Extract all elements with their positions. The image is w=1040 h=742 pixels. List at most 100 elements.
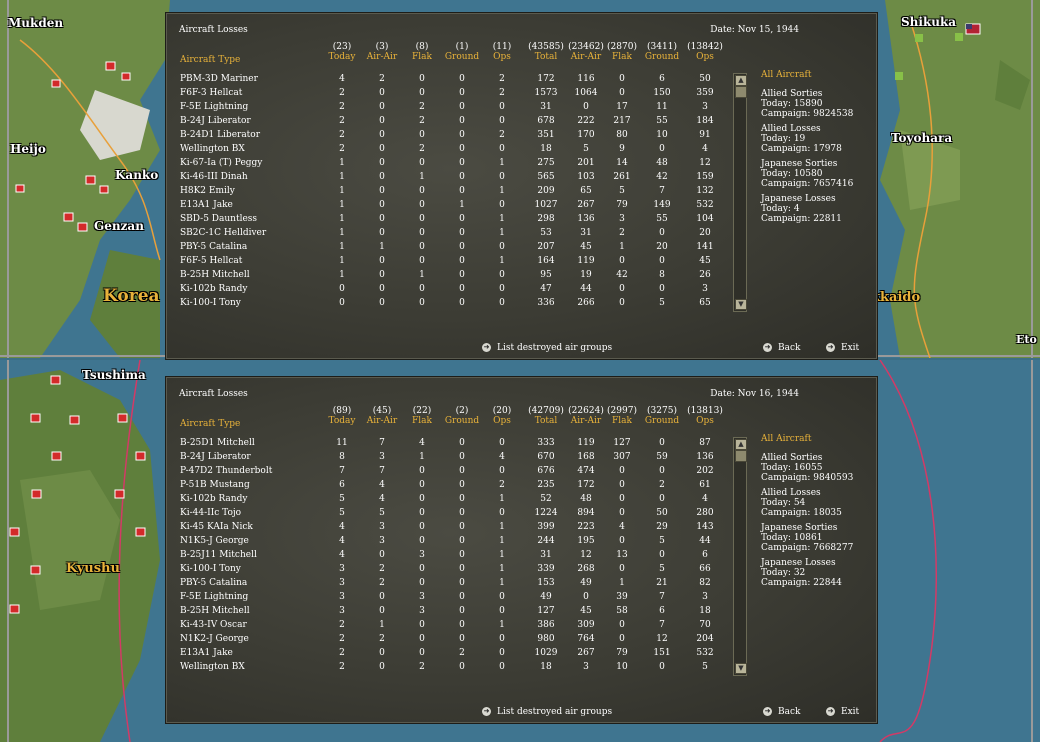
cell-value: 0 <box>659 228 665 238</box>
cell-value: 2 <box>499 480 505 490</box>
cell-value: 0 <box>583 592 589 602</box>
table-row[interactable]: F-5E Lightning 2 0 2 0 0 31 0 17 11 3 <box>180 102 740 116</box>
table-row[interactable]: Ki-67-Ia (T) Peggy 1 0 0 0 1 275 201 14 48 12 <box>180 158 740 172</box>
cell-value: 104 <box>696 214 714 224</box>
scroll-down-button[interactable]: ▼ <box>735 299 747 310</box>
table-row[interactable]: E13A1 Jake 2 0 0 2 0 1029 267 79 151 532 <box>180 648 740 662</box>
table-row[interactable]: F-5E Lightning 3 0 3 0 0 49 0 39 7 3 <box>180 592 740 606</box>
map-label-eto: Eto <box>1016 333 1037 346</box>
cell-value: 0 <box>459 466 465 476</box>
column-header[interactable]: (8) Flak <box>402 42 442 62</box>
column-header[interactable]: (13842) Ops <box>685 42 725 62</box>
cell-value: 0 <box>419 256 425 266</box>
column-header[interactable]: (11) Ops <box>482 42 522 62</box>
aircraft-type-header[interactable]: Aircraft Type <box>180 55 240 65</box>
cell-value: 0 <box>619 480 625 490</box>
column-header[interactable]: (22624) Air-Air <box>566 406 606 426</box>
cell-value: 1 <box>619 242 625 252</box>
cell-value: 0 <box>459 172 465 182</box>
cell-value: 184 <box>696 116 714 126</box>
aircraft-type-header[interactable]: Aircraft Type <box>180 419 240 429</box>
table-row[interactable]: F6F-5 Hellcat 1 0 0 0 1 164 119 0 0 45 <box>180 256 740 270</box>
cell-value: 159 <box>696 172 714 182</box>
table-scrollbar[interactable]: ▲ ▼ <box>733 437 747 676</box>
table-row[interactable]: N1K2-J George 2 2 0 0 0 980 764 0 12 204 <box>180 634 740 648</box>
column-header[interactable]: (1) Ground <box>442 42 482 62</box>
table-row[interactable]: Wellington BX 2 0 2 0 0 18 3 10 0 5 <box>180 662 740 676</box>
column-header[interactable]: (2870) Flak <box>602 42 642 62</box>
column-header[interactable]: (13813) Ops <box>685 406 725 426</box>
table-row[interactable]: PBY-5 Catalina 3 2 0 0 1 153 49 1 21 82 <box>180 578 740 592</box>
column-header[interactable]: (23) Today <box>322 42 362 62</box>
back-button[interactable]: ➜ Back <box>763 343 800 353</box>
cell-value: 3 <box>379 452 385 462</box>
aircraft-name: Ki-67-Ia (T) Peggy <box>180 158 263 168</box>
scroll-down-button[interactable]: ▼ <box>735 663 747 674</box>
cell-value: 0 <box>379 606 385 616</box>
table-row[interactable]: F6F-3 Hellcat 2 0 0 0 2 1573 1064 0 150 359 <box>180 88 740 102</box>
cell-value: 65 <box>699 298 711 308</box>
map-label-kanko: Kanko <box>115 168 159 182</box>
cell-value: 2 <box>419 144 425 154</box>
column-header[interactable]: (23462) Air-Air <box>566 42 606 62</box>
list-destroyed-air-groups-button[interactable]: ➜ List destroyed air groups <box>482 707 612 717</box>
column-header[interactable]: (3275) Ground <box>642 406 682 426</box>
table-row[interactable]: Ki-43-IV Oscar 2 1 0 0 1 386 309 0 7 70 <box>180 620 740 634</box>
table-row[interactable]: Wellington BX 2 0 2 0 0 18 5 9 0 4 <box>180 144 740 158</box>
column-header[interactable]: (22) Flak <box>402 406 442 426</box>
table-row[interactable]: Ki-45 KAIa Nick 4 3 0 0 1 399 223 4 29 143 <box>180 522 740 536</box>
cell-value: 11 <box>336 438 348 448</box>
column-header[interactable]: (20) Ops <box>482 406 522 426</box>
table-row[interactable]: B-25H Mitchell 3 0 3 0 0 127 45 58 6 18 <box>180 606 740 620</box>
table-row[interactable]: P-47D2 Thunderbolt 7 7 0 0 0 676 474 0 0 202 <box>180 466 740 480</box>
list-destroyed-air-groups-button[interactable]: ➜ List destroyed air groups <box>482 343 612 353</box>
column-header[interactable]: (45) Air-Air <box>362 406 402 426</box>
table-row[interactable]: SB2C-1C Helldiver 1 0 0 0 1 53 31 2 0 20 <box>180 228 740 242</box>
cell-value: 0 <box>459 270 465 280</box>
column-header[interactable]: (2997) Flak <box>602 406 642 426</box>
column-header[interactable]: (43585) Total <box>526 42 566 62</box>
exit-button[interactable]: ➜ Exit <box>826 707 859 717</box>
table-row[interactable]: PBM-3D Mariner 4 2 0 0 2 172 116 0 6 50 <box>180 74 740 88</box>
table-row[interactable]: SBD-5 Dauntless 1 0 0 0 1 298 136 3 55 104 <box>180 214 740 228</box>
scroll-thumb[interactable] <box>735 86 747 98</box>
cell-value: 268 <box>577 564 595 574</box>
table-row[interactable]: Ki-44-IIc Tojo 5 5 0 0 0 1224 894 0 50 280 <box>180 508 740 522</box>
exit-button[interactable]: ➜ Exit <box>826 343 859 353</box>
table-row[interactable]: E13A1 Jake 1 0 0 1 0 1027 267 79 149 532 <box>180 200 740 214</box>
table-row[interactable]: B-24D1 Liberator 2 0 0 0 2 351 170 80 10 91 <box>180 130 740 144</box>
scroll-thumb[interactable] <box>735 450 747 462</box>
table-row[interactable]: Ki-102b Randy 0 0 0 0 0 47 44 0 0 3 <box>180 284 740 298</box>
table-row[interactable]: H8K2 Emily 1 0 0 0 1 209 65 5 7 132 <box>180 186 740 200</box>
table-row[interactable]: B-25D1 Mitchell 11 7 4 0 0 333 119 127 0 87 <box>180 438 740 452</box>
table-row[interactable]: B-25J11 Mitchell 4 0 3 0 1 31 12 13 0 6 <box>180 550 740 564</box>
cell-value: 4 <box>419 438 425 448</box>
table-row[interactable]: B-25H Mitchell 1 0 1 0 0 95 19 42 8 26 <box>180 270 740 284</box>
cell-value: 4 <box>499 452 505 462</box>
scroll-up-button[interactable]: ▲ <box>735 75 747 86</box>
cell-value: 0 <box>459 242 465 252</box>
cell-value: 42 <box>656 172 668 182</box>
cell-value: 132 <box>696 186 714 196</box>
all-aircraft-heading[interactable]: All Aircraft <box>761 70 853 80</box>
column-header[interactable]: (3) Air-Air <box>362 42 402 62</box>
table-row[interactable]: B-24J Liberator 8 3 1 0 4 670 168 307 59 136 <box>180 452 740 466</box>
table-row[interactable]: Ki-46-III Dinah 1 0 1 0 0 565 103 261 42 159 <box>180 172 740 186</box>
table-row[interactable]: B-24J Liberator 2 0 2 0 0 678 222 217 55 184 <box>180 116 740 130</box>
table-row[interactable]: Ki-100-I Tony 3 2 0 0 1 339 268 0 5 66 <box>180 564 740 578</box>
back-button[interactable]: ➜ Back <box>763 707 800 717</box>
table-row[interactable]: Ki-100-I Tony 0 0 0 0 0 336 266 0 5 65 <box>180 298 740 312</box>
cell-value: 1 <box>379 242 385 252</box>
table-row[interactable]: N1K5-J George 4 3 0 0 1 244 195 0 5 44 <box>180 536 740 550</box>
scroll-up-button[interactable]: ▲ <box>735 439 747 450</box>
table-row[interactable]: PBY-5 Catalina 1 1 0 0 0 207 45 1 20 141 <box>180 242 740 256</box>
cell-value: 1 <box>379 620 385 630</box>
table-row[interactable]: Ki-102b Randy 5 4 0 0 1 52 48 0 0 4 <box>180 494 740 508</box>
table-scrollbar[interactable]: ▲ ▼ <box>733 73 747 312</box>
column-header[interactable]: (89) Today <box>322 406 362 426</box>
column-header[interactable]: (42709) Total <box>526 406 566 426</box>
table-row[interactable]: P-51B Mustang 6 4 0 0 2 235 172 0 2 61 <box>180 480 740 494</box>
column-header[interactable]: (2) Ground <box>442 406 482 426</box>
all-aircraft-heading[interactable]: All Aircraft <box>761 434 853 444</box>
column-header[interactable]: (3411) Ground <box>642 42 682 62</box>
